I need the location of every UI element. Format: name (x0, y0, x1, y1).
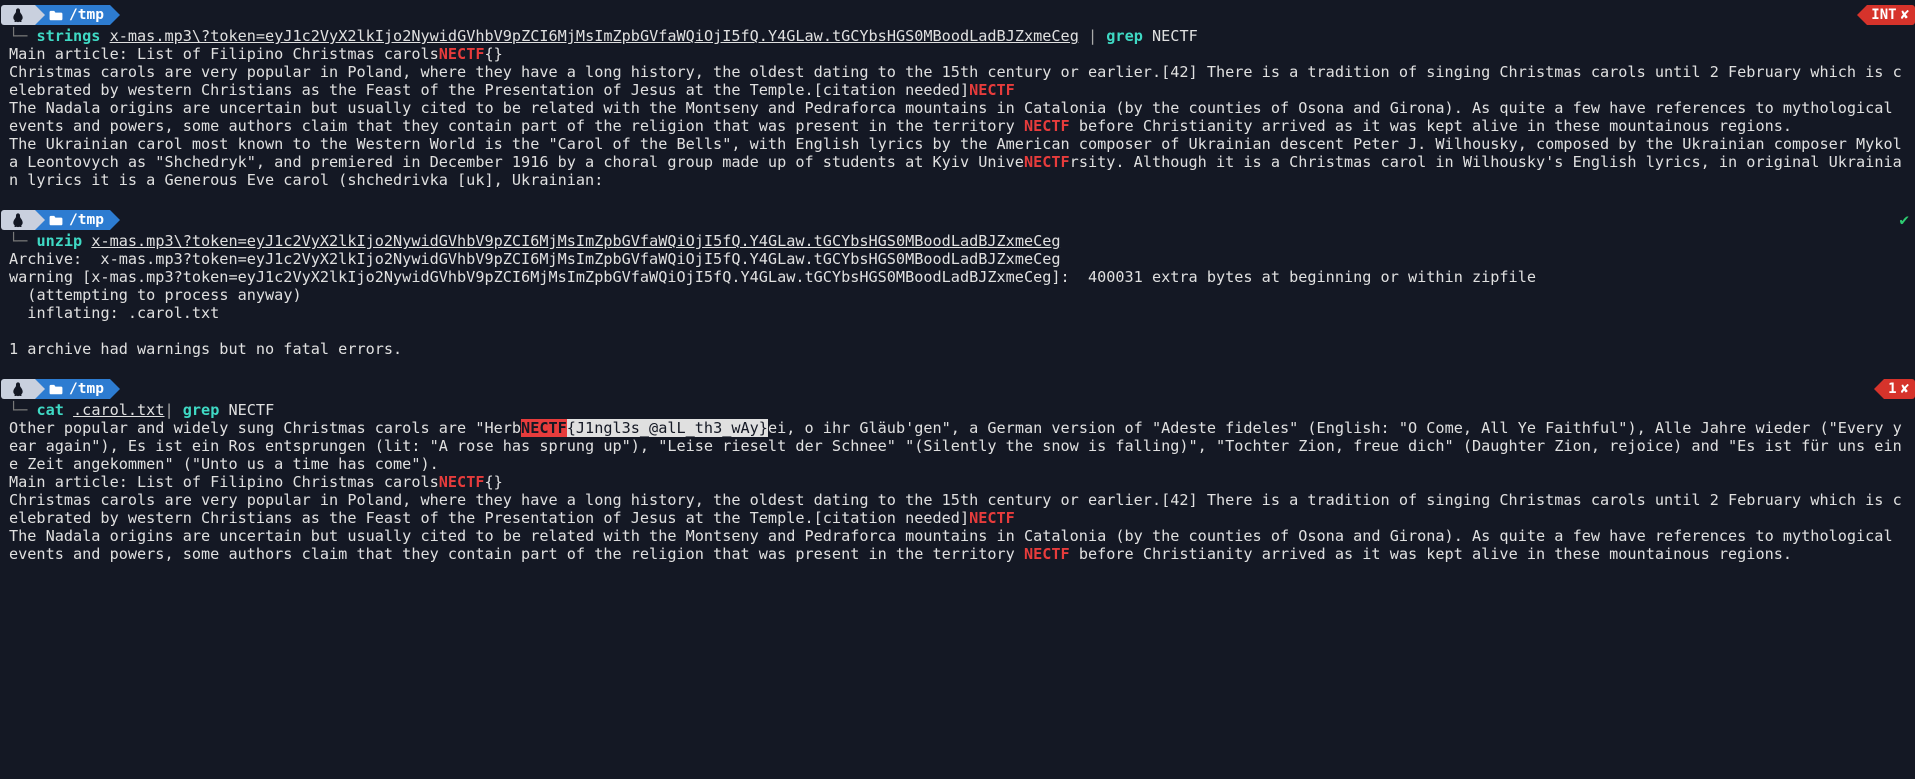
folder-icon (49, 214, 63, 226)
branch-icon: └─ (9, 401, 36, 419)
prompt-row-3: /tmp 1 ✘ (1, 378, 1915, 400)
branch-icon: └─ (9, 27, 36, 45)
command-arg: x-mas.mp3\?token=eyJ1c2VyX2lkIjo2NywidGV… (110, 27, 1079, 45)
output-block-1: Main article: List of Filipino Christmas… (1, 45, 1915, 189)
path-text: /tmp (69, 6, 104, 24)
grep-match: NECTF (1024, 153, 1070, 171)
prompt-segment: /tmp (1, 4, 120, 26)
command-arg: .carol.txt (73, 401, 164, 419)
command-line-1[interactable]: └─ strings x-mas.mp3\?token=eyJ1c2VyX2lk… (1, 27, 1915, 45)
path-segment: /tmp (45, 210, 110, 230)
close-icon: ✘ (1901, 380, 1909, 398)
grep-match-inverse: NECTF (521, 419, 567, 437)
path-segment: /tmp (45, 5, 110, 25)
grep-arg: NECTF (1152, 27, 1198, 45)
branch-icon: └─ (9, 232, 36, 250)
prompt-segment: /tmp (1, 378, 120, 400)
command-line-3[interactable]: └─ cat .carol.txt | grep NECTF (1, 401, 1915, 419)
badge-label: INT (1871, 6, 1896, 24)
linux-icon (1, 210, 35, 230)
grep-match: NECTF (969, 81, 1015, 99)
prompt-row-1: /tmp INT ✘ (1, 4, 1915, 26)
command-arg: x-mas.mp3\?token=eyJ1c2VyX2lkIjo2NywidGV… (91, 232, 1060, 250)
grep-arg: NECTF (229, 401, 275, 419)
grep-match: NECTF (439, 473, 485, 491)
path-text: /tmp (69, 380, 104, 398)
linux-icon (1, 379, 35, 399)
pipe-char: | (1079, 27, 1106, 45)
success-icon: ✔ (1899, 211, 1915, 229)
status-badge-error: 1 ✘ (1874, 379, 1915, 399)
grep-match: NECTF (969, 509, 1015, 527)
linux-icon (1, 5, 35, 25)
flag-text: {J1ngl3s_@alL_th3_wAy} (567, 419, 768, 437)
prompt-row-2: /tmp ✔ (1, 209, 1915, 231)
path-text: /tmp (69, 211, 104, 229)
grep-command: grep (1106, 27, 1143, 45)
command-name: strings (36, 27, 100, 45)
badge-label: 1 (1888, 380, 1896, 398)
close-icon: ✘ (1901, 6, 1909, 24)
output-block-2: Archive: x-mas.mp3?token=eyJ1c2VyX2lkIjo… (1, 250, 1915, 358)
folder-icon (49, 9, 63, 21)
command-line-2[interactable]: └─ unzip x-mas.mp3\?token=eyJ1c2VyX2lkIj… (1, 232, 1915, 250)
status-badge-int: INT ✘ (1857, 5, 1915, 25)
prompt-segment: /tmp (1, 209, 120, 231)
path-segment: /tmp (45, 379, 110, 399)
grep-match: NECTF (1024, 117, 1070, 135)
command-name: cat (36, 401, 63, 419)
pipe-char: | (164, 401, 182, 419)
command-name: unzip (36, 232, 82, 250)
output-block-3: Other popular and widely sung Christmas … (1, 419, 1915, 563)
grep-match: NECTF (439, 45, 485, 63)
grep-match: NECTF (1024, 545, 1070, 563)
folder-icon (49, 383, 63, 395)
grep-command: grep (183, 401, 220, 419)
